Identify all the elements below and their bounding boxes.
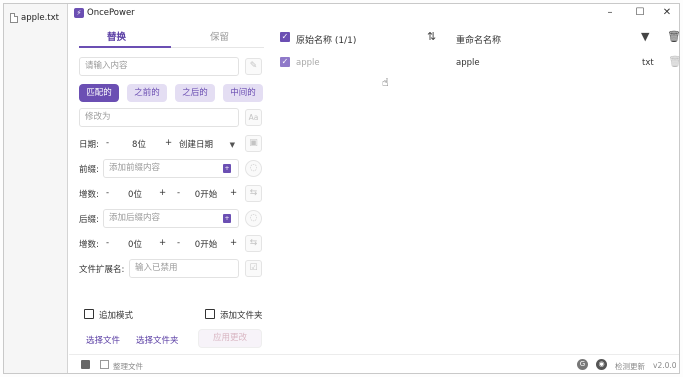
sort-icon[interactable]: ⇅ xyxy=(427,30,436,43)
increment2-digits-minus[interactable]: - xyxy=(106,238,109,248)
tab-keep[interactable]: 保留 xyxy=(210,29,229,43)
select-file-button[interactable]: 选择文件 xyxy=(86,334,120,346)
original-name-header: 原始名称 (1/1) xyxy=(296,36,357,46)
increment1-start-value[interactable]: 0开始 xyxy=(186,188,226,200)
increment1-digits-minus[interactable]: - xyxy=(106,188,109,198)
increment1-digits-value[interactable]: 0位 xyxy=(115,188,155,200)
mouse-cursor-icon: ☝ xyxy=(382,76,389,89)
increment1-digits-plus[interactable]: + xyxy=(159,188,166,198)
prefix-label: 前缀: xyxy=(79,165,99,175)
file-name: apple.txt xyxy=(21,13,59,23)
case-sensitive-button[interactable]: Aa xyxy=(245,109,262,126)
date-minus-button[interactable]: - xyxy=(106,138,109,148)
search-input[interactable]: 请输入内容 xyxy=(79,57,239,76)
append-mode-label: 追加模式 xyxy=(99,311,134,321)
increment2-digits-plus[interactable]: + xyxy=(159,238,166,248)
add-folder-label: 添加文件夹 xyxy=(220,311,263,321)
extension-input[interactable]: 输入已禁用 xyxy=(129,259,239,278)
minimize-button[interactable]: – xyxy=(600,6,620,20)
suffix-placeholder: 添加后缀内容 xyxy=(109,213,161,223)
apply-changes-button[interactable]: 应用更改 xyxy=(198,329,262,348)
save-icon[interactable] xyxy=(81,360,90,369)
prefix-spin-icon[interactable]: ◌ xyxy=(245,160,262,177)
increment1-swap-icon[interactable]: ⇆ xyxy=(245,185,262,202)
mode-before-button[interactable]: 之前的 xyxy=(127,84,167,102)
date-stepper: - 8位 + xyxy=(103,135,175,154)
add-folder-checkbox[interactable] xyxy=(205,309,215,319)
footer-divider xyxy=(69,354,679,355)
prefix-placeholder: 添加前缀内容 xyxy=(109,163,161,173)
mode-match-button[interactable]: 匹配的 xyxy=(79,84,119,102)
increment2-digits-value[interactable]: 0位 xyxy=(115,238,155,250)
increment1-start-plus[interactable]: + xyxy=(230,188,237,198)
suffix-input[interactable]: 添加后缀内容 xyxy=(103,209,239,228)
prefix-file-icon[interactable]: + xyxy=(223,164,231,173)
row-renamed-name: apple xyxy=(456,58,480,68)
date-type-select[interactable]: 创建日期 ▼ xyxy=(179,136,237,155)
row-checkbox[interactable]: ✓ xyxy=(280,57,290,67)
extension-placeholder: 输入已禁用 xyxy=(135,263,178,273)
increment1-digits-stepper: - 0位 + xyxy=(103,185,167,204)
replace-input[interactable]: 修改为 xyxy=(79,108,239,127)
suffix-spin-icon[interactable]: ◌ xyxy=(245,210,262,227)
version-label: v2.0.0 xyxy=(653,361,677,370)
increment2-digits-stepper: - 0位 + xyxy=(103,235,167,254)
renamed-name-header: 重命名名称 xyxy=(456,36,502,46)
suffix-file-icon[interactable]: + xyxy=(223,214,231,223)
select-folder-button[interactable]: 选择文件夹 xyxy=(136,334,179,346)
increment2-label: 增数: xyxy=(79,240,99,250)
search-placeholder: 请输入内容 xyxy=(85,61,128,71)
tab-replace[interactable]: 替换 xyxy=(107,29,126,43)
suffix-label: 后缀: xyxy=(79,215,99,225)
date-type-value: 创建日期 xyxy=(179,140,214,150)
gitee-icon[interactable]: G xyxy=(577,359,588,370)
desktop-file-item[interactable]: apple.txt xyxy=(10,13,59,23)
row-delete-icon[interactable]: 🗑 xyxy=(668,55,682,68)
window-title: OncePower xyxy=(87,8,135,18)
explorer-panel: apple.txt xyxy=(4,4,68,373)
date-toggle-icon[interactable]: ▣ xyxy=(245,135,262,152)
increment1-start-minus[interactable]: - xyxy=(177,188,180,198)
close-button[interactable]: ✕ xyxy=(657,6,677,20)
check-update-link[interactable]: 检测更新 xyxy=(615,361,645,372)
mode-after-button[interactable]: 之后的 xyxy=(175,84,215,102)
file-icon xyxy=(10,13,18,23)
increment2-start-stepper: - 0开始 + xyxy=(174,235,240,254)
append-mode-checkbox[interactable] xyxy=(84,309,94,319)
oncepower-app: ⚡ OncePower – ☐ ✕ 替换 保留 请输入内容 ✎ 匹配的 之前的 … xyxy=(69,4,682,373)
organize-files-checkbox[interactable] xyxy=(100,360,109,369)
replace-placeholder: 修改为 xyxy=(85,112,111,122)
date-plus-button[interactable]: + xyxy=(165,138,172,148)
tab-active-indicator xyxy=(79,46,171,48)
app-logo-icon: ⚡ xyxy=(74,8,84,18)
increment1-start-stepper: - 0开始 + xyxy=(174,185,240,204)
date-digits-value[interactable]: 8位 xyxy=(119,138,159,150)
organize-files-label: 整理文件 xyxy=(113,362,143,371)
date-label: 日期: xyxy=(79,140,99,150)
prefix-input[interactable]: 添加前缀内容 xyxy=(103,159,239,178)
increment2-start-value[interactable]: 0开始 xyxy=(186,238,226,250)
select-all-checkbox[interactable]: ✓ xyxy=(280,32,290,42)
extension-check-icon[interactable]: ☑ xyxy=(245,260,262,277)
desktop: apple.txt ⚡ OncePower – ☐ ✕ 替换 保留 请输入内容 … xyxy=(0,0,683,377)
increment2-start-plus[interactable]: + xyxy=(230,238,237,248)
github-icon[interactable]: ◉ xyxy=(596,359,607,370)
row-extension: txt xyxy=(642,58,654,68)
maximize-button[interactable]: ☐ xyxy=(630,6,650,20)
row-original-name: apple xyxy=(296,58,320,68)
mode-between-button[interactable]: 中间的 xyxy=(223,84,263,102)
increment2-start-minus[interactable]: - xyxy=(177,238,180,248)
title-bar: ⚡ OncePower – ☐ ✕ xyxy=(69,4,679,22)
delete-all-icon[interactable]: 🗑 xyxy=(667,30,681,43)
chevron-down-icon: ▼ xyxy=(229,141,235,149)
filter-icon[interactable]: ▼ xyxy=(641,30,649,43)
extension-label: 文件扩展名: xyxy=(79,265,125,275)
clear-icon[interactable]: ✎ xyxy=(245,58,262,75)
window-frame: apple.txt ⚡ OncePower – ☐ ✕ 替换 保留 请输入内容 … xyxy=(3,3,682,374)
increment2-swap-icon[interactable]: ⇆ xyxy=(245,235,262,252)
increment1-label: 增数: xyxy=(79,190,99,200)
